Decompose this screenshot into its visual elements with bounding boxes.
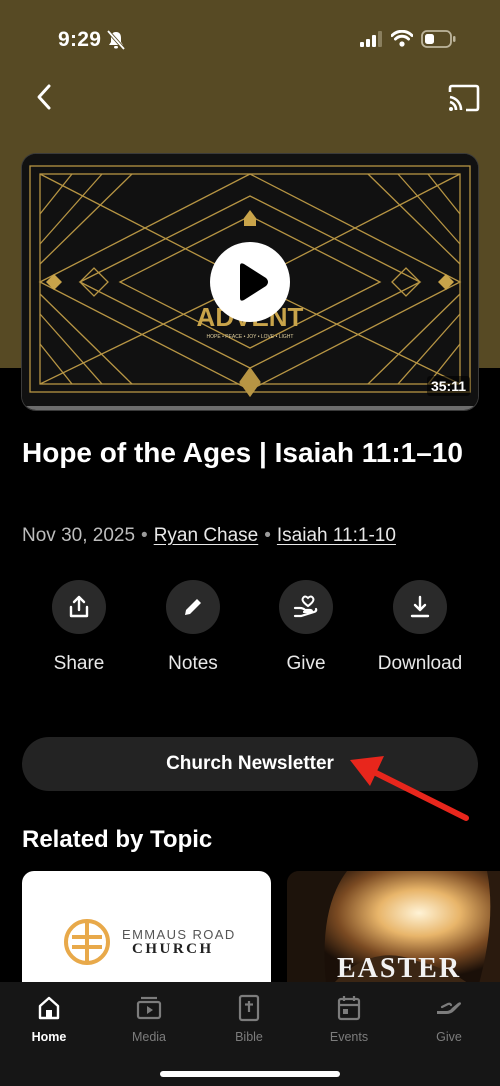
home-indicator xyxy=(160,1071,340,1077)
play-icon xyxy=(240,263,268,301)
related-heading: Related by Topic xyxy=(22,826,213,853)
pencil-icon xyxy=(185,599,201,615)
notes-label: Notes xyxy=(168,653,218,674)
easter-card-title: EASTER xyxy=(337,953,462,984)
meta-separator: • xyxy=(141,525,148,546)
tab-give-label: Give xyxy=(436,1030,462,1044)
share-label: Share xyxy=(53,653,105,674)
home-icon xyxy=(38,996,60,1020)
sermon-title: Hope of the Ages | Isaiah 11:1–10 xyxy=(22,437,463,468)
tab-events-label: Events xyxy=(329,1030,369,1044)
battery-icon xyxy=(421,30,456,48)
tab-events[interactable]: Events xyxy=(309,992,389,1044)
tab-bible-label: Bible xyxy=(235,1030,263,1044)
action-row: Share Notes Give Download xyxy=(22,580,478,680)
download-label: Download xyxy=(377,653,463,674)
tab-bible[interactable]: Bible xyxy=(209,992,289,1044)
media-icon xyxy=(136,996,162,1020)
give-action-button[interactable]: Give xyxy=(251,580,361,675)
video-duration: 35:11 xyxy=(426,376,470,396)
download-icon xyxy=(410,595,430,618)
notes-button[interactable]: Notes xyxy=(138,580,248,675)
give-circle xyxy=(279,580,333,634)
download-button[interactable]: Download xyxy=(365,580,475,675)
notes-circle xyxy=(166,580,220,634)
meta-separator: • xyxy=(264,525,271,546)
bible-icon xyxy=(238,994,260,1022)
share-circle xyxy=(52,580,106,634)
tab-home-label: Home xyxy=(31,1030,67,1044)
cellular-signal-icon xyxy=(360,31,382,47)
status-bar: 9:29 xyxy=(0,0,500,80)
sermon-date: Nov 30, 2025 xyxy=(22,525,136,546)
share-button[interactable]: Share xyxy=(24,580,134,675)
artwork-subtitle: HOPE • PEACE • JOY • LOVE • LIGHT xyxy=(207,334,294,340)
tab-media-label: Media xyxy=(131,1030,167,1044)
calendar-icon xyxy=(337,996,361,1021)
emmaus-line2: CHURCH xyxy=(132,941,214,957)
tab-media[interactable]: Media xyxy=(109,992,189,1044)
share-icon xyxy=(69,595,89,618)
speaker-link[interactable]: Ryan Chase xyxy=(154,525,259,546)
wifi-icon xyxy=(391,30,413,47)
scripture-link[interactable]: Isaiah 11:1-10 xyxy=(277,525,396,546)
video-player[interactable]: ADVENT HOPE • PEACE • JOY • LOVE • LIGHT… xyxy=(22,154,478,410)
play-button[interactable] xyxy=(210,242,290,322)
emmaus-line1: EMMAUS ROAD xyxy=(122,927,236,942)
tab-give[interactable]: Give xyxy=(409,992,489,1044)
silent-bell-icon xyxy=(107,30,125,50)
status-time: 9:29 xyxy=(58,28,102,51)
sermon-meta: Nov 30, 2025 • Ryan Chase • Isaiah 11:1-10 xyxy=(22,525,396,547)
annotation-arrow-icon xyxy=(350,756,469,821)
cast-icon[interactable] xyxy=(446,84,482,112)
give-icon xyxy=(437,1002,461,1014)
give-heart-hand-icon xyxy=(293,595,318,618)
download-circle xyxy=(393,580,447,634)
tab-home[interactable]: Home xyxy=(9,992,89,1044)
emmaus-logo-icon xyxy=(64,919,110,965)
back-chevron-icon[interactable] xyxy=(30,82,60,112)
related-card-emmaus[interactable]: EMMAUS ROAD CHURCH xyxy=(22,871,271,991)
related-card-easter[interactable]: EASTER xyxy=(287,871,500,991)
give-label: Give xyxy=(286,653,326,674)
